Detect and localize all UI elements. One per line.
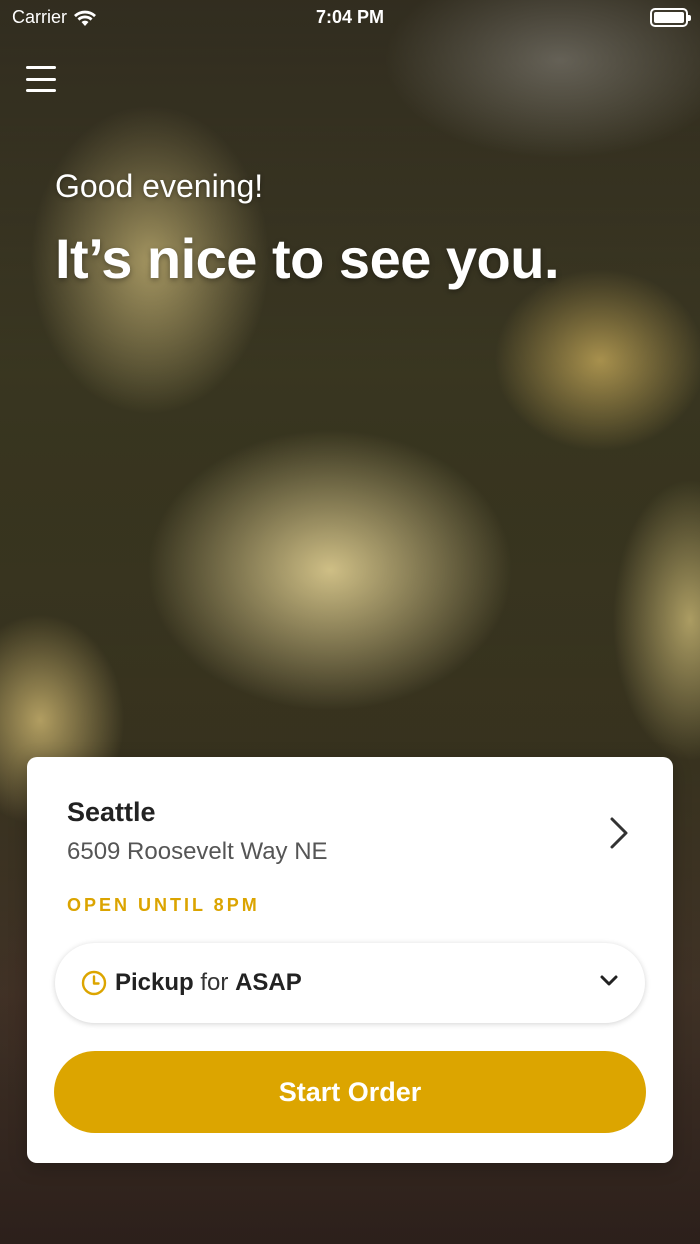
chevron-down-icon [600, 975, 618, 986]
pickup-mode: Pickup [115, 969, 194, 996]
pickup-time-selector[interactable]: Pickup for ASAP [55, 943, 645, 1023]
clock-icon [81, 970, 107, 996]
location-card: Seattle 6509 Roosevelt Way NE OPEN UNTIL… [27, 757, 673, 1163]
menu-line [26, 66, 56, 69]
menu-line [26, 77, 56, 81]
headline-text: It’s nice to see you. [55, 227, 560, 290]
hamburger-menu-icon[interactable] [26, 66, 56, 92]
menu-line [26, 89, 56, 92]
chevron-right-icon [610, 817, 628, 849]
greeting-text: Good evening! [55, 168, 264, 204]
start-order-button[interactable]: Start Order [54, 1051, 646, 1133]
status-bar: Carrier 7:04 PM [0, 0, 700, 36]
location-address: 6509 Roosevelt Way NE [67, 838, 328, 865]
status-time: 7:04 PM [315, 7, 385, 27]
open-status-label: OPEN UNTIL 8PM [67, 895, 260, 915]
location-selector[interactable]: Seattle 6509 Roosevelt Way NE [67, 797, 643, 867]
battery-icon [650, 8, 691, 27]
pickup-time: ASAP [235, 969, 302, 996]
pickup-text: Pickup for ASAP [115, 969, 302, 997]
status-right [650, 8, 691, 27]
pickup-connector: for [200, 969, 229, 996]
location-city: Seattle [67, 797, 156, 827]
